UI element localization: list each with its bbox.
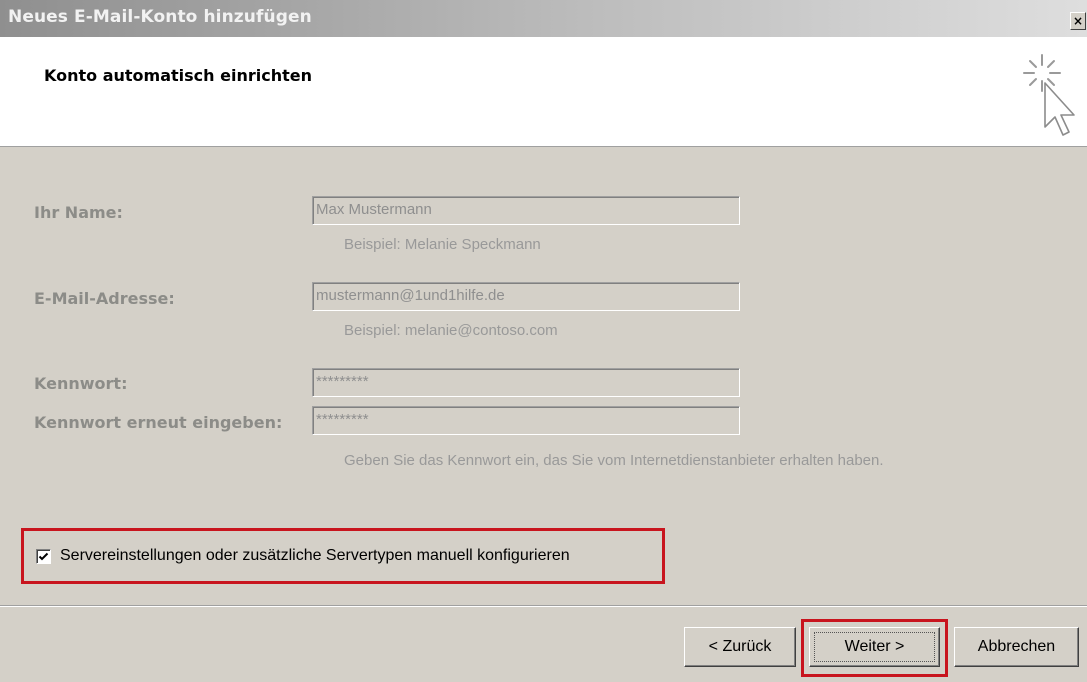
password-field[interactable]: ********* [312, 368, 740, 397]
back-button[interactable]: < Zurück [684, 627, 796, 667]
email-label: E-Mail-Adresse: [34, 289, 175, 308]
manual-config-checkbox-row[interactable]: Servereinstellungen oder zusätzliche Ser… [36, 547, 570, 565]
next-button-highlight [801, 619, 948, 677]
wizard-cursor-icon [1012, 51, 1078, 145]
manual-config-checkbox[interactable] [36, 548, 51, 564]
email-hint: Beispiel: melanie@contoso.com [344, 322, 558, 339]
page-title: Konto automatisch einrichten [44, 66, 312, 85]
cancel-button[interactable]: Abbrechen [954, 627, 1079, 667]
password-label: Kennwort: [34, 374, 128, 393]
wizard-header: Konto automatisch einrichten [0, 37, 1087, 147]
name-hint: Beispiel: Melanie Speckmann [344, 236, 541, 253]
window-title: Neues E-Mail-Konto hinzufügen [8, 7, 312, 27]
password-confirm-field[interactable]: ********* [312, 406, 740, 435]
footer-separator [0, 605, 1087, 607]
name-field[interactable]: Max Mustermann [312, 196, 740, 225]
password-hint: Geben Sie das Kennwort ein, das Sie vom … [344, 452, 884, 469]
name-label: Ihr Name: [34, 203, 123, 222]
back-button-label: < Zurück [708, 638, 772, 655]
title-bar: Neues E-Mail-Konto hinzufügen × [0, 0, 1087, 37]
cancel-button-label: Abbrechen [977, 638, 1056, 655]
email-field[interactable]: mustermann@1und1hilfe.de [312, 282, 740, 311]
close-button[interactable]: × [1070, 12, 1086, 30]
password-confirm-label: Kennwort erneut eingeben: [34, 413, 283, 432]
checkmark-icon [38, 552, 49, 560]
add-email-account-dialog: Neues E-Mail-Konto hinzufügen × Konto au… [0, 0, 1087, 682]
manual-config-label: Servereinstellungen oder zusätzliche Ser… [60, 547, 570, 564]
